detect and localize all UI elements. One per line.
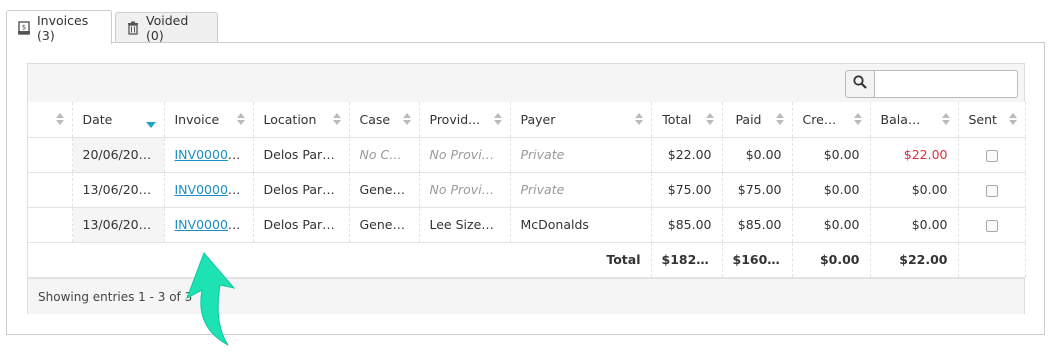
tab-voided-label: Voided (0)	[146, 13, 189, 43]
cell-total: $85.00	[651, 207, 723, 243]
cell-case: No Case	[349, 137, 420, 173]
column-header-sent[interactable]: Sent	[958, 102, 1026, 138]
cell-payer: Private	[510, 172, 652, 208]
column-header-invoice[interactable]: Invoice	[164, 102, 254, 138]
cell-paid: $0.00	[722, 137, 793, 173]
column-header-date[interactable]: Date	[72, 102, 165, 138]
sort-icon	[634, 113, 643, 126]
row-gutter	[28, 137, 73, 173]
tab-invoices[interactable]: $ Invoices (3)	[6, 10, 112, 44]
sent-checkbox[interactable]	[985, 219, 998, 232]
sort-icon	[853, 113, 862, 126]
cell-invoice: INV000044	[164, 207, 254, 243]
search-button[interactable]	[845, 70, 875, 98]
cell-case: General	[349, 172, 420, 208]
totals-label: Total	[28, 242, 652, 278]
credit-sum: $0.00	[792, 242, 871, 278]
table-row[interactable]: 13/06/2017 INV000045 Delos Park ... Gene…	[28, 172, 1026, 208]
tab-voided[interactable]: Voided (0)	[115, 12, 218, 43]
column-header-location[interactable]: Location	[253, 102, 350, 138]
grid-toolbar	[28, 64, 1024, 102]
cell-sent	[958, 172, 1026, 208]
totals-row: Total $182.00 $160.00 $0.00 $22.00	[28, 242, 1026, 278]
sort-icon	[55, 113, 64, 126]
cell-total: $22.00	[651, 137, 723, 173]
cell-balance: $0.00	[870, 172, 959, 208]
sort-icon	[775, 113, 784, 126]
invoice-doc-icon: $	[17, 20, 31, 35]
cell-invoice: INV000052	[164, 137, 254, 173]
invoice-link[interactable]: INV000044	[175, 217, 244, 232]
cell-case: General	[349, 207, 420, 243]
cell-credit: $0.00	[792, 172, 871, 208]
column-header-case[interactable]: Case	[349, 102, 420, 138]
total-sum: $182.00	[651, 242, 723, 278]
cell-location: Delos Park ...	[253, 172, 350, 208]
cell-location: Delos Park ...	[253, 137, 350, 173]
cell-paid: $85.00	[722, 207, 793, 243]
cell-credit: $0.00	[792, 207, 871, 243]
cell-payer: McDonalds	[510, 207, 652, 243]
sort-icon	[402, 113, 411, 126]
column-header-credit[interactable]: Credit	[792, 102, 871, 138]
entries-summary: Showing entries 1 - 3 of 3	[38, 289, 193, 304]
cell-sent	[958, 137, 1026, 173]
trash-icon	[126, 21, 140, 35]
sent-checkbox[interactable]	[985, 149, 998, 162]
cell-provider: No Provider	[419, 137, 511, 173]
search-icon	[853, 75, 867, 93]
header-row: Date Invoice Location Case Provid... Pay…	[28, 102, 1026, 138]
table-row[interactable]: 13/06/2017 INV000044 Delos Park ... Gene…	[28, 207, 1026, 243]
sort-icon	[332, 113, 341, 126]
cell-provider: No Provider	[419, 172, 511, 208]
sort-icon	[941, 113, 950, 126]
grid-footer: Showing entries 1 - 3 of 3	[28, 278, 1024, 314]
column-header-payer[interactable]: Payer	[510, 102, 652, 138]
sort-icon	[493, 113, 502, 126]
cell-balance: $22.00	[870, 137, 959, 173]
cell-total: $75.00	[651, 172, 723, 208]
column-header-paid[interactable]: Paid	[722, 102, 793, 138]
cell-sent	[958, 207, 1026, 243]
tab-invoices-label: Invoices (3)	[37, 12, 89, 43]
sort-icon	[705, 113, 714, 126]
cell-date: 13/06/2017	[72, 172, 165, 208]
cell-credit: $0.00	[792, 137, 871, 173]
column-header-select[interactable]	[28, 102, 73, 138]
sent-checkbox[interactable]	[985, 184, 998, 197]
column-header-provider[interactable]: Provid...	[419, 102, 511, 138]
cell-location: Delos Park ...	[253, 207, 350, 243]
balance-sum: $22.00	[870, 242, 959, 278]
row-gutter	[28, 172, 73, 208]
cell-date: 13/06/2017	[72, 207, 165, 243]
cell-invoice: INV000045	[164, 172, 254, 208]
cell-balance: $0.00	[870, 207, 959, 243]
invoice-grid: Date Invoice Location Case Provid... Pay…	[27, 63, 1026, 314]
column-header-balance[interactable]: Balance	[870, 102, 959, 138]
paid-sum: $160.00	[722, 242, 793, 278]
invoice-link[interactable]: INV000052	[175, 147, 244, 162]
annotation-arrow-icon	[186, 252, 236, 346]
cell-provider: Lee Sizemo...	[419, 207, 511, 243]
invoice-link[interactable]: INV000045	[175, 182, 244, 197]
invoice-table: Date Invoice Location Case Provid... Pay…	[28, 102, 1026, 278]
cell-payer: Private	[510, 137, 652, 173]
cell-paid: $75.00	[722, 172, 793, 208]
sort-icon	[1008, 113, 1017, 126]
column-header-total[interactable]: Total	[651, 102, 723, 138]
svg-text:$: $	[22, 23, 26, 31]
sort-descending-icon	[145, 122, 156, 128]
totals-sent-empty	[958, 242, 1026, 278]
row-gutter	[28, 207, 73, 243]
table-row[interactable]: 20/06/2017 INV000052 Delos Park ... No C…	[28, 137, 1026, 173]
invoices-panel: Date Invoice Location Case Provid... Pay…	[6, 42, 1045, 335]
sort-icon	[236, 113, 245, 126]
cell-date: 20/06/2017	[72, 137, 165, 173]
search-input[interactable]	[875, 70, 1018, 98]
